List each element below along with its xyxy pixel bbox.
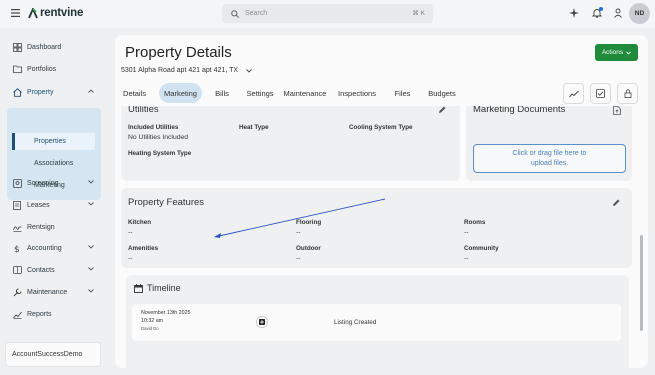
- chevron-up-icon: [88, 89, 94, 93]
- rentvine-logo-icon: [28, 7, 38, 18]
- sidebar-item-property[interactable]: Property: [12, 84, 100, 100]
- calendar-icon: [134, 284, 143, 293]
- sidebar-item-reports[interactable]: Reports: [12, 306, 100, 322]
- user-icon[interactable]: [613, 8, 623, 18]
- search-input[interactable]: Search ⌘ K: [222, 4, 433, 23]
- sidebar-item-label: Portfolios: [27, 65, 57, 73]
- chevron-down-icon: [88, 180, 94, 184]
- sidebar-item-contacts[interactable]: Contacts: [12, 262, 100, 278]
- sidebar-subitem-label: Properties: [34, 138, 66, 145]
- address-selector[interactable]: 5301 Alpha Road apt 421 apt 421, TX: [121, 67, 252, 74]
- sidebar-subitem-associations[interactable]: Associations: [12, 155, 95, 172]
- screening-icon: [12, 178, 22, 188]
- tab-details[interactable]: Details: [121, 83, 148, 103]
- contacts-icon: [12, 265, 22, 275]
- timeline-card: Timeline November 13th 2025 10:32 am Dav…: [126, 275, 629, 368]
- search-placeholder: Search: [245, 10, 268, 17]
- lock-icon: [624, 89, 632, 98]
- sidebar-item-label: Property: [27, 88, 54, 96]
- tab-bills[interactable]: Bills: [212, 83, 232, 103]
- sidebar-item-maintenance[interactable]: Maintenance: [12, 284, 100, 300]
- timeline-date: November 13th 2025: [141, 310, 191, 316]
- document-icon: [12, 200, 22, 210]
- chart-icon: [12, 309, 22, 319]
- chevron-down-icon: [88, 245, 94, 249]
- sidebar-item-label: Contacts: [27, 266, 55, 274]
- notification-dot: [599, 7, 603, 11]
- activity-chart-button[interactable]: [563, 83, 584, 104]
- main-panel: Property Details Actions 5301 Alpha Road…: [115, 35, 648, 368]
- sparkle-icon[interactable]: [569, 8, 579, 18]
- tab-marketing[interactable]: Marketing: [159, 83, 202, 103]
- tab-maintenance[interactable]: Maintenance: [284, 83, 327, 103]
- tab-inspections[interactable]: Inspections: [337, 83, 377, 103]
- house-icon: [12, 87, 22, 97]
- timeline-user: David Do: [141, 326, 159, 331]
- hamburger-menu-icon[interactable]: [11, 9, 20, 17]
- tab-files[interactable]: Files: [392, 83, 413, 103]
- chevron-down-icon: [246, 68, 252, 73]
- actions-button-label: Actions: [601, 49, 624, 56]
- lock-button[interactable]: [617, 83, 638, 104]
- account-switcher[interactable]: AccountSuccessDemo: [5, 342, 101, 367]
- plus-icon: [256, 316, 268, 328]
- chevron-down-icon: [88, 289, 94, 293]
- timeline-title: Timeline: [147, 283, 181, 293]
- sidebar-item-label: Dashboard: [27, 43, 62, 51]
- sidebar: Dashboard Portfolios Property Properties…: [0, 28, 108, 375]
- sidebar-item-accounting[interactable]: $ Accounting: [12, 240, 100, 256]
- timeline-time: 10:32 am: [141, 318, 164, 324]
- sidebar-item-dashboard[interactable]: Dashboard: [12, 39, 100, 55]
- checklist-button[interactable]: [590, 83, 611, 104]
- sidebar-subitem-label: Associations: [34, 160, 74, 167]
- top-bar: rentvine Search ⌘ K ND: [0, 0, 655, 28]
- brand-logo[interactable]: rentvine: [28, 7, 83, 19]
- timeline-entry: November 13th 2025 10:32 am David Do Lis…: [132, 304, 621, 341]
- content-scroll-area[interactable]: Utilities Included Utilities No Utilitie…: [115, 106, 648, 368]
- sidebar-item-label: Screening: [27, 179, 59, 187]
- brand-name: rentvine: [40, 7, 84, 19]
- sidebar-item-label: Reports: [27, 310, 52, 318]
- timeline-event: Listing Created: [334, 319, 377, 326]
- sidebar-item-label: Leases: [27, 201, 50, 209]
- sidebar-item-label: Rentsign: [27, 223, 55, 231]
- trend-icon: [568, 90, 579, 98]
- sidebar-item-label: Accounting: [27, 244, 62, 252]
- wrench-icon: [12, 287, 22, 297]
- folder-icon: [12, 64, 22, 74]
- sidebar-item-rentsign[interactable]: Rentsign: [12, 219, 100, 235]
- svg-text:$: $: [14, 245, 20, 253]
- dashboard-icon: [12, 42, 22, 52]
- sidebar-subitem-properties[interactable]: Properties: [12, 133, 95, 150]
- scrollbar[interactable]: [640, 235, 643, 331]
- sidebar-item-portfolios[interactable]: Portfolios: [12, 61, 100, 77]
- property-address: 5301 Alpha Road apt 421 apt 421, TX: [121, 67, 239, 74]
- chevron-down-icon: [88, 267, 94, 271]
- signature-icon: [12, 222, 22, 232]
- tab-budgets[interactable]: Budgets: [426, 83, 458, 103]
- sidebar-item-leases[interactable]: Leases: [12, 197, 100, 213]
- sidebar-item-screening[interactable]: Screening: [12, 175, 100, 191]
- search-icon: [231, 9, 239, 18]
- checklist-icon: [596, 89, 605, 98]
- actions-button[interactable]: Actions: [595, 44, 638, 61]
- page-title: Property Details: [125, 44, 232, 61]
- avatar[interactable]: ND: [629, 3, 650, 24]
- search-shortcut: ⌘ K: [412, 10, 425, 17]
- tab-settings[interactable]: Settings: [245, 83, 275, 103]
- chevron-down-icon: [626, 50, 631, 55]
- dollar-icon: $: [12, 243, 22, 253]
- sidebar-item-label: Maintenance: [27, 288, 68, 296]
- chevron-down-icon: [88, 202, 94, 206]
